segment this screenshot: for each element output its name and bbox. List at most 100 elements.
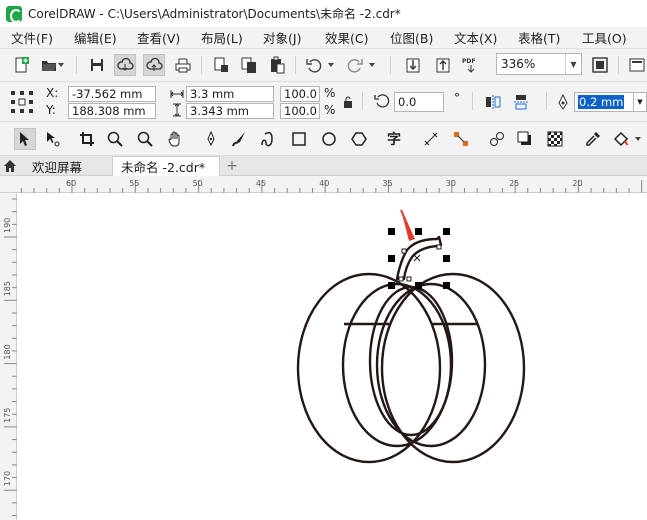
zoom-out-tool-icon[interactable] <box>134 128 156 150</box>
new-document-icon[interactable] <box>10 54 32 76</box>
svg-text:字: 字 <box>387 131 401 147</box>
scale-y-field[interactable]: 100.0 <box>280 103 320 119</box>
artistic-media-icon[interactable] <box>228 128 250 150</box>
save-icon[interactable] <box>86 54 108 76</box>
import-file-icon[interactable] <box>402 54 424 76</box>
connector-tool-icon[interactable] <box>450 128 472 150</box>
ruler-tick-label: 35 <box>383 179 393 188</box>
y-label: Y: <box>46 103 56 117</box>
width-icon <box>170 88 184 102</box>
menu-view[interactable]: 查看(V) <box>133 28 184 47</box>
ruler-tick-label: 180 <box>3 344 12 359</box>
menu-tools[interactable]: 工具(O) <box>578 28 631 47</box>
cloud-upload-icon[interactable] <box>143 54 165 76</box>
crop-tool-icon[interactable] <box>76 128 98 150</box>
ruler-tick-label: 175 <box>3 408 12 423</box>
text-tool-icon[interactable]: 字 <box>384 128 406 150</box>
redo-dropdown-icon[interactable] <box>367 54 377 76</box>
pumpkin-drawing[interactable] <box>17 193 647 520</box>
vertical-ruler[interactable]: 190 185 180 175 170 <box>0 193 17 520</box>
chevron-down-icon[interactable]: ▼ <box>634 92 647 112</box>
ruler-tick-label: 20 <box>572 179 582 188</box>
pumpkin-right-inner-lobe[interactable] <box>375 282 487 448</box>
add-tab-icon[interactable]: + <box>224 158 240 174</box>
publish-pdf-icon[interactable]: PDF <box>460 54 482 76</box>
shape-tool-icon[interactable] <box>42 128 64 150</box>
svg-text:PDF: PDF <box>462 58 475 65</box>
blend-tool-icon[interactable] <box>486 128 508 150</box>
zoom-tool-icon[interactable] <box>104 128 126 150</box>
coreldraw-logo-icon <box>6 5 22 23</box>
menu-text[interactable]: 文本(X) <box>450 28 501 47</box>
x-position-field[interactable]: -37.562 mm <box>68 86 156 102</box>
undo-icon[interactable] <box>303 54 325 76</box>
chevron-down-icon[interactable] <box>632 128 644 150</box>
home-icon[interactable] <box>0 156 20 176</box>
export-file-icon[interactable] <box>432 54 454 76</box>
width-field[interactable]: 3.3 mm <box>186 86 274 102</box>
height-field[interactable]: 3.343 mm <box>186 103 274 119</box>
freehand-tool-icon[interactable] <box>200 128 222 150</box>
menu-object[interactable]: 对象(J) <box>259 28 305 47</box>
import-icon[interactable] <box>210 54 232 76</box>
drop-shadow-icon[interactable] <box>514 128 536 150</box>
ruler-tick-label: 25 <box>509 179 519 188</box>
lock-ratio-icon[interactable] <box>342 95 354 112</box>
interactive-fill-icon[interactable] <box>610 128 632 150</box>
menu-edit[interactable]: 编辑(E) <box>70 28 121 47</box>
property-bar: X: Y: -37.562 mm 188.308 mm 3.3 mm 3.343… <box>0 82 647 122</box>
smart-drawing-icon[interactable] <box>257 128 279 150</box>
ruler-tick-label: 30 <box>446 179 456 188</box>
transparency-tool-icon[interactable] <box>544 128 566 150</box>
object-origin-icon[interactable] <box>10 90 34 117</box>
mirror-horizontal-icon[interactable] <box>484 93 502 114</box>
ruler-tick-label: 60 <box>66 179 76 188</box>
ruler-tick-label: 55 <box>129 179 139 188</box>
zoom-level-value[interactable]: 336% <box>497 57 565 71</box>
zoom-level-combo[interactable]: 336% ▼ <box>496 53 582 75</box>
print-icon[interactable] <box>172 54 194 76</box>
options-icon[interactable] <box>626 54 647 76</box>
cloud-download-icon[interactable] <box>114 54 136 76</box>
horizontal-ruler[interactable]: 60 55 50 45 40 35 30 25 20 <box>0 176 647 193</box>
pick-tool-icon[interactable] <box>14 128 36 150</box>
eyedropper-tool-icon[interactable] <box>582 128 604 150</box>
menu-bitmaps[interactable]: 位图(B) <box>386 28 437 47</box>
redo-icon[interactable] <box>344 54 366 76</box>
rectangle-tool-icon[interactable] <box>288 128 310 150</box>
y-position-field[interactable]: 188.308 mm <box>68 103 156 119</box>
pan-tool-icon[interactable] <box>164 128 186 150</box>
copy-icon[interactable] <box>238 54 260 76</box>
menu-file[interactable]: 文件(F) <box>7 28 57 47</box>
title-bar: CorelDRAW - C:\Users\Administrator\Docum… <box>0 0 647 27</box>
menu-table[interactable]: 表格(T) <box>514 28 564 47</box>
open-dropdown-icon[interactable] <box>56 54 66 76</box>
drawing-canvas[interactable] <box>17 193 647 520</box>
x-label: X: <box>46 86 59 100</box>
document-tab-bar: 欢迎屏幕 未命名 -2.cdr* + <box>0 156 647 176</box>
menu-bar: 文件(F) 编辑(E) 查看(V) 布局(L) 对象(J) 效果(C) 位图(B… <box>0 27 647 49</box>
paste-icon[interactable] <box>266 54 288 76</box>
ellipse-tool-icon[interactable] <box>318 128 340 150</box>
toolbox: 字 <box>0 122 647 156</box>
outline-width-value[interactable]: 0.2 mm <box>578 95 625 109</box>
rotation-angle-field[interactable]: 0.0 <box>394 92 444 112</box>
parallel-dimension-icon[interactable] <box>420 128 442 150</box>
tab-welcome-screen[interactable]: 欢迎屏幕 <box>24 156 90 176</box>
rotation-unit: ° <box>454 91 460 105</box>
tab-active-document[interactable]: 未命名 -2.cdr* <box>112 156 220 176</box>
polygon-tool-icon[interactable] <box>348 128 370 150</box>
undo-dropdown-icon[interactable] <box>326 54 336 76</box>
pumpkin-stem[interactable] <box>395 235 443 281</box>
mirror-vertical-icon[interactable] <box>512 93 530 114</box>
menu-effects[interactable]: 效果(C) <box>321 28 372 47</box>
menu-layout[interactable]: 布局(L) <box>197 28 247 47</box>
window-title: CorelDRAW - C:\Users\Administrator\Docum… <box>28 7 401 21</box>
ruler-tick-label: 185 <box>3 281 12 296</box>
full-screen-icon[interactable] <box>589 54 611 76</box>
scale-x-percent: % <box>324 86 336 100</box>
red-arrow-annotation <box>400 209 415 241</box>
chevron-down-icon[interactable]: ▼ <box>565 54 581 74</box>
outline-width-combo[interactable]: 0.2 mm <box>574 92 634 112</box>
scale-x-field[interactable]: 100.0 <box>280 86 320 102</box>
